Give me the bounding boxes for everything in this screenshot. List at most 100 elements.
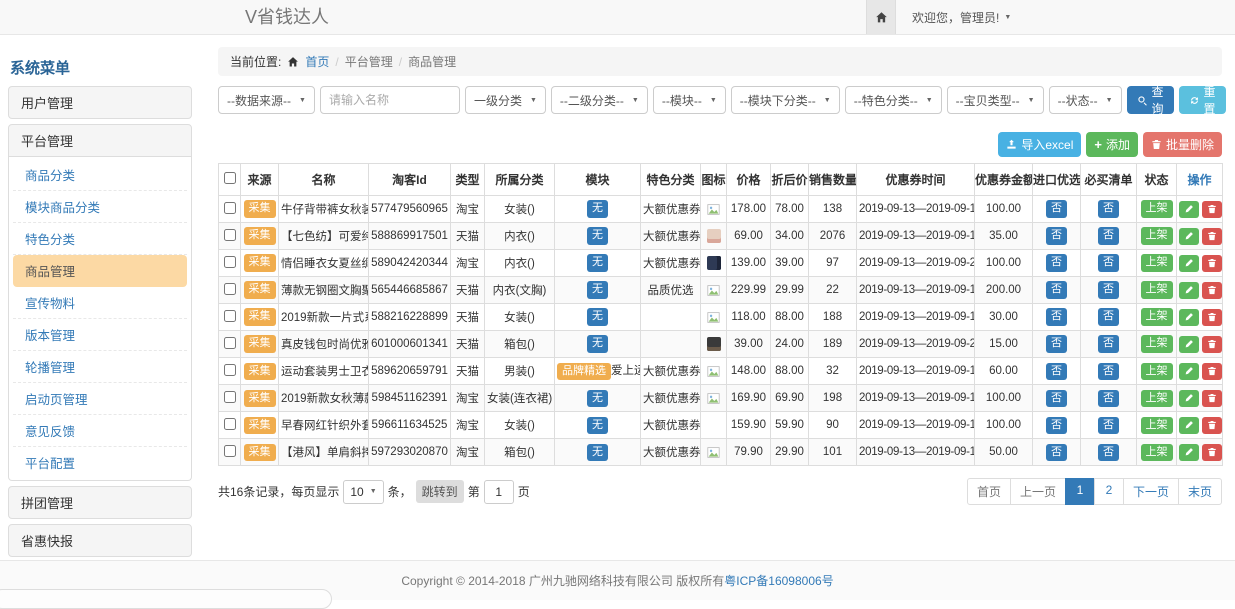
sidebar-item-carousel-management[interactable]: 轮播管理 [13, 351, 187, 383]
status-badge[interactable]: 上架 [1141, 308, 1173, 325]
status-badge[interactable]: 上架 [1141, 390, 1173, 407]
status-badge[interactable]: 上架 [1141, 335, 1173, 352]
status-badge[interactable]: 上架 [1141, 200, 1173, 217]
page-button-1[interactable]: 1 [1065, 478, 1095, 505]
status-badge[interactable]: 上架 [1141, 417, 1173, 434]
status-badge[interactable]: 上架 [1141, 227, 1173, 244]
import-select-toggle[interactable]: 否 [1046, 335, 1067, 352]
import-select-toggle[interactable]: 否 [1046, 444, 1067, 461]
reset-button[interactable]: 重置 [1179, 86, 1226, 114]
filter-select-module[interactable]: --模块--▼ [653, 86, 726, 114]
delete-button[interactable] [1202, 201, 1222, 218]
import-select-toggle[interactable]: 否 [1046, 254, 1067, 271]
delete-button[interactable] [1202, 282, 1222, 299]
user-menu[interactable]: 欢迎您，管理员! ▼ [896, 0, 1011, 34]
name-search-input[interactable] [320, 86, 460, 114]
must-buy-toggle[interactable]: 否 [1098, 335, 1119, 352]
filter-select-level2-category[interactable]: --二级分类--▼ [551, 86, 648, 114]
batch-delete-button[interactable]: 批量删除 [1143, 132, 1222, 157]
sidebar-section-savings-express[interactable]: 省惠快报 [8, 524, 192, 557]
add-button[interactable]: + 添加 [1086, 132, 1138, 157]
filter-select-module-subcategory[interactable]: --模块下分类--▼ [731, 86, 840, 114]
must-buy-toggle[interactable]: 否 [1098, 308, 1119, 325]
edit-button[interactable] [1179, 228, 1199, 245]
breadcrumb-home-link[interactable]: 首页 [305, 53, 329, 70]
edit-button[interactable] [1179, 336, 1199, 353]
row-checkbox[interactable] [224, 310, 236, 322]
icp-link[interactable]: 粤ICP备16098006号 [724, 572, 833, 589]
filter-select-status[interactable]: --状态--▼ [1049, 86, 1122, 114]
import-select-toggle[interactable]: 否 [1046, 227, 1067, 244]
sidebar-item-goods-category[interactable]: 商品分类 [13, 159, 187, 191]
row-checkbox[interactable] [224, 256, 236, 268]
import-select-toggle[interactable]: 否 [1046, 281, 1067, 298]
row-checkbox[interactable] [224, 202, 236, 214]
filter-select-data-source[interactable]: --数据来源--▼ [218, 86, 315, 114]
delete-button[interactable] [1202, 309, 1222, 326]
import-select-toggle[interactable]: 否 [1046, 390, 1067, 407]
sidebar-item-module-goods-category[interactable]: 模块商品分类 [13, 191, 187, 223]
sidebar-item-platform-config[interactable]: 平台配置 [13, 447, 187, 478]
delete-button[interactable] [1202, 363, 1222, 380]
sidebar-item-goods-management[interactable]: 商品管理 [13, 255, 187, 287]
sidebar-item-feature-category[interactable]: 特色分类 [13, 223, 187, 255]
home-button[interactable] [866, 0, 896, 34]
must-buy-toggle[interactable]: 否 [1098, 390, 1119, 407]
sidebar-section-platform-management[interactable]: 平台管理 [8, 124, 192, 157]
edit-button[interactable] [1179, 309, 1199, 326]
row-checkbox[interactable] [224, 337, 236, 349]
query-button[interactable]: 查询 [1127, 86, 1174, 114]
page-button-下一页[interactable]: 下一页 [1123, 478, 1179, 505]
select-all-checkbox[interactable] [224, 172, 236, 184]
sidebar-section-user-management[interactable]: 用户管理 [8, 86, 192, 119]
row-checkbox[interactable] [224, 364, 236, 376]
page-number-input[interactable] [484, 480, 514, 504]
row-checkbox[interactable] [224, 418, 236, 430]
must-buy-toggle[interactable]: 否 [1098, 200, 1119, 217]
edit-button[interactable] [1179, 201, 1199, 218]
import-select-toggle[interactable]: 否 [1046, 363, 1067, 380]
must-buy-toggle[interactable]: 否 [1098, 363, 1119, 380]
row-checkbox[interactable] [224, 445, 236, 457]
delete-button[interactable] [1202, 336, 1222, 353]
must-buy-toggle[interactable]: 否 [1098, 417, 1119, 434]
edit-button[interactable] [1179, 390, 1199, 407]
must-buy-toggle[interactable]: 否 [1098, 227, 1119, 244]
import-select-toggle[interactable]: 否 [1046, 200, 1067, 217]
status-badge[interactable]: 上架 [1141, 363, 1173, 380]
page-button-上一页[interactable]: 上一页 [1010, 478, 1066, 505]
edit-button[interactable] [1179, 417, 1199, 434]
status-badge[interactable]: 上架 [1141, 254, 1173, 271]
delete-button[interactable] [1202, 417, 1222, 434]
row-checkbox[interactable] [224, 229, 236, 241]
edit-button[interactable] [1179, 444, 1199, 461]
status-badge[interactable]: 上架 [1141, 281, 1173, 298]
per-page-select[interactable]: 10 ▼ [343, 480, 383, 504]
edit-button[interactable] [1179, 363, 1199, 380]
must-buy-toggle[interactable]: 否 [1098, 254, 1119, 271]
sidebar-item-version-management[interactable]: 版本管理 [13, 319, 187, 351]
must-buy-toggle[interactable]: 否 [1098, 444, 1119, 461]
edit-button[interactable] [1179, 255, 1199, 272]
delete-button[interactable] [1202, 255, 1222, 272]
page-button-末页[interactable]: 末页 [1178, 478, 1222, 505]
must-buy-toggle[interactable]: 否 [1098, 281, 1119, 298]
sidebar-item-splash-page-management[interactable]: 启动页管理 [13, 383, 187, 415]
import-select-toggle[interactable]: 否 [1046, 417, 1067, 434]
page-button-首页[interactable]: 首页 [967, 478, 1011, 505]
filter-select-item-type[interactable]: --宝贝类型--▼ [947, 86, 1044, 114]
delete-button[interactable] [1202, 228, 1222, 245]
sidebar-section-group-buy-management[interactable]: 拼团管理 [8, 486, 192, 519]
delete-button[interactable] [1202, 444, 1222, 461]
filter-select-feature-category[interactable]: --特色分类--▼ [845, 86, 942, 114]
filter-select-level1-category[interactable]: 一级分类▼ [465, 86, 546, 114]
delete-button[interactable] [1202, 390, 1222, 407]
row-checkbox[interactable] [224, 391, 236, 403]
page-button-2[interactable]: 2 [1094, 478, 1124, 505]
sidebar-item-feedback[interactable]: 意见反馈 [13, 415, 187, 447]
import-excel-button[interactable]: 导入excel [998, 132, 1081, 157]
status-badge[interactable]: 上架 [1141, 444, 1173, 461]
import-select-toggle[interactable]: 否 [1046, 308, 1067, 325]
row-checkbox[interactable] [224, 283, 236, 295]
sidebar-item-promo-material[interactable]: 宣传物料 [13, 287, 187, 319]
